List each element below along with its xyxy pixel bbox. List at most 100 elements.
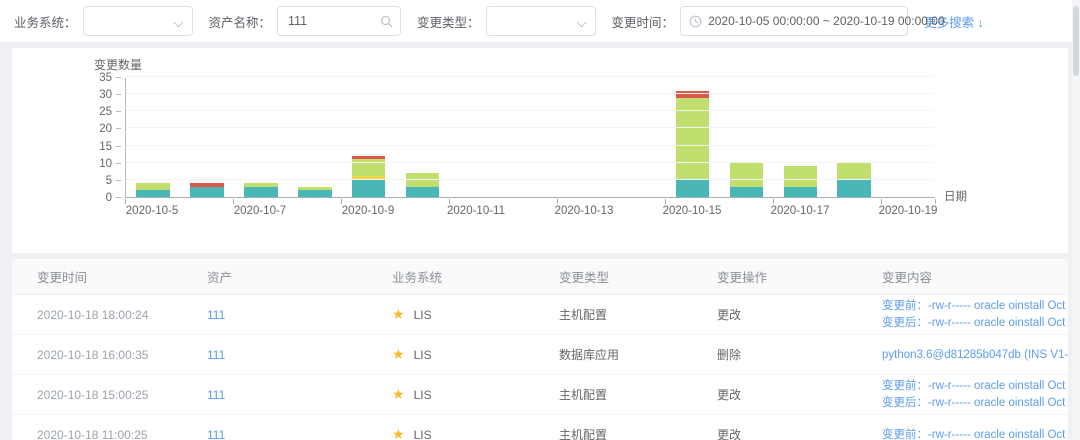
bar-segment-teal [298,190,332,197]
chart-x-axis-title: 日期 [944,191,967,203]
change-time-range-picker[interactable]: 2020-10-05 00:00:00 ~ 2020-10-19 00:00:0… [680,6,945,36]
change-time-range-value: 2020-10-05 00:00:00 ~ 2020-10-19 00:00:0… [708,14,945,28]
y-tick-label: 15 [80,141,121,153]
change-time-label: 变更时间： [611,15,675,30]
stacked-bar [190,183,224,197]
change-type-select[interactable] [485,6,596,36]
bar-segment-teal [244,186,278,197]
x-tick-mark [233,199,234,204]
cell-change-type: 主机配置 [559,388,608,402]
x-tick-label: 2020-10-13 [554,205,614,217]
x-tick-label: 2020-10-17 [770,205,830,217]
bar-segment-teal [405,186,440,197]
col-header-change-type: 变更类型 [559,271,610,285]
table-row: 2020-10-18 18:00:24 111 ★ LIS 主机配置 更改 变更前… [12,295,1068,335]
asset-link[interactable]: 111 [207,348,225,362]
cell-change-content: 变更前：-rw-r----- oracle oinstall Oct 18 15… [882,299,1068,330]
bar-segment-teal [837,179,871,197]
y-tick-label: 20 [80,123,121,135]
chart-card: 变更数量 0 5 10 15 20 25 30 35 2020-10-5 2020-10-7 20… [12,48,1068,253]
clock-icon [689,15,702,28]
favorite-star-icon[interactable]: ★ [392,386,405,402]
table-header: 变更时间 资产 业务系统 变更类型 变更操作 变更内容 [12,259,1068,295]
y-tick-label: 35 [80,72,121,84]
x-tick-mark [449,199,450,204]
gridline [126,127,935,129]
x-tick-label: 2020-10-5 [125,205,179,217]
asset-name-input[interactable]: 111 [277,6,402,36]
cell-change-content: 变更前：-rw-r----- oracle oinstall Oct 17 10… [882,428,1068,440]
stacked-bar [136,183,170,197]
col-header-asset: 资产 [207,271,233,285]
x-tick-mark [341,199,342,204]
y-tick-label: 0 [80,192,121,204]
change-content-link[interactable]: 变更前：-rw-r----- oracle oinstall Oct 18 10… [882,379,1068,393]
col-header-change-operation: 变更操作 [717,271,768,285]
table-body: 2020-10-18 18:00:24 111 ★ LIS 主机配置 更改 变更前… [12,295,1068,440]
favorite-star-icon[interactable]: ★ [392,426,405,440]
bar-segment-green [729,162,763,187]
chart-y-axis-title: 变更数量 [94,58,143,72]
x-tick-mark [881,199,882,204]
asset-name-label: 资产名称： [208,15,272,30]
chart-y-axis: 0 5 10 15 20 25 30 35 [80,72,122,204]
page-scrollbar[interactable] [1072,0,1080,440]
favorite-star-icon[interactable]: ★ [392,346,405,362]
search-icon [380,15,393,28]
x-tick-mark [125,199,126,204]
asset-name-input-value: 111 [288,14,308,28]
x-tick-mark [935,199,936,204]
bar-segment-green [783,166,817,187]
x-tick-label: 2020-10-11 [447,205,505,217]
business-system-label: 业务系统： [14,15,77,30]
cell-change-operation: 更改 [717,428,742,440]
gridline [126,93,935,95]
bar-segment-teal [190,186,224,197]
cell-business-system: LIS [413,308,432,322]
business-system-select[interactable] [82,6,193,36]
asset-link[interactable]: 111 [207,388,225,402]
bar-segment-teal [136,190,170,197]
cell-change-content: python3.6@d81285b047db (INS V1-V3) [882,348,1068,362]
stacked-bar [729,162,763,197]
y-tick-label: 25 [80,106,121,118]
bar-segment-green [405,173,440,187]
change-content-link[interactable]: 变更后：-rw-r----- oracle oinstall Oct 18 18… [882,316,1068,330]
stacked-bar [298,186,332,197]
cell-change-time: 2020-10-18 15:00:25 [37,387,149,402]
x-tick-label: 2020-10-15 [662,205,722,217]
cell-business-system: LIS [413,428,432,440]
stacked-bar [244,183,278,197]
change-content-link[interactable]: 变更前：-rw-r----- oracle oinstall Oct 17 10… [882,428,1068,440]
chart-plot [125,76,935,198]
cell-change-operation: 删除 [717,348,742,362]
gridline [126,76,935,77]
change-content-link[interactable]: python3.6@d81285b047db (INS V1-V3) [882,348,1068,362]
col-header-change-content: 变更内容 [882,271,933,285]
table-row: 2020-10-18 11:00:25 111 ★ LIS 主机配置 更改 变更前… [12,415,1068,440]
bar-segment-green [136,183,170,191]
cell-business-system: LIS [413,348,432,362]
change-content-link[interactable]: 变更前：-rw-r----- oracle oinstall Oct 18 15… [882,299,1068,313]
gridline [126,178,935,180]
cell-change-operation: 更改 [717,308,742,322]
filter-bar: 业务系统： 资产名称： 111 变更类型： 变更时间： 2020-10-05 0… [0,0,1080,42]
stacked-bar [405,173,440,197]
cell-business-system: LIS [413,388,432,402]
y-tick-label: 5 [80,175,121,187]
favorite-star-icon[interactable]: ★ [392,306,405,322]
cell-change-content: 变更前：-rw-r----- oracle oinstall Oct 18 10… [882,379,1068,410]
x-tick-mark [557,199,558,204]
x-tick-label: 2020-10-7 [233,205,287,217]
gridline [126,161,935,163]
asset-link[interactable]: 111 [207,428,225,440]
asset-link[interactable]: 111 [207,308,225,322]
bar-segment-teal [675,179,710,197]
change-content-link[interactable]: 变更后：-rw-r----- oracle oinstall Oct 18 15… [882,396,1068,410]
scrollbar-thumb[interactable] [1073,6,1079,76]
col-header-business-system: 业务系统 [392,271,443,285]
gridline [126,144,935,146]
cell-change-operation: 更改 [717,388,742,402]
change-table: 变更时间 资产 业务系统 变更类型 变更操作 变更内容 2020-10-18 1… [12,259,1068,440]
bar-segment-teal [729,186,763,197]
